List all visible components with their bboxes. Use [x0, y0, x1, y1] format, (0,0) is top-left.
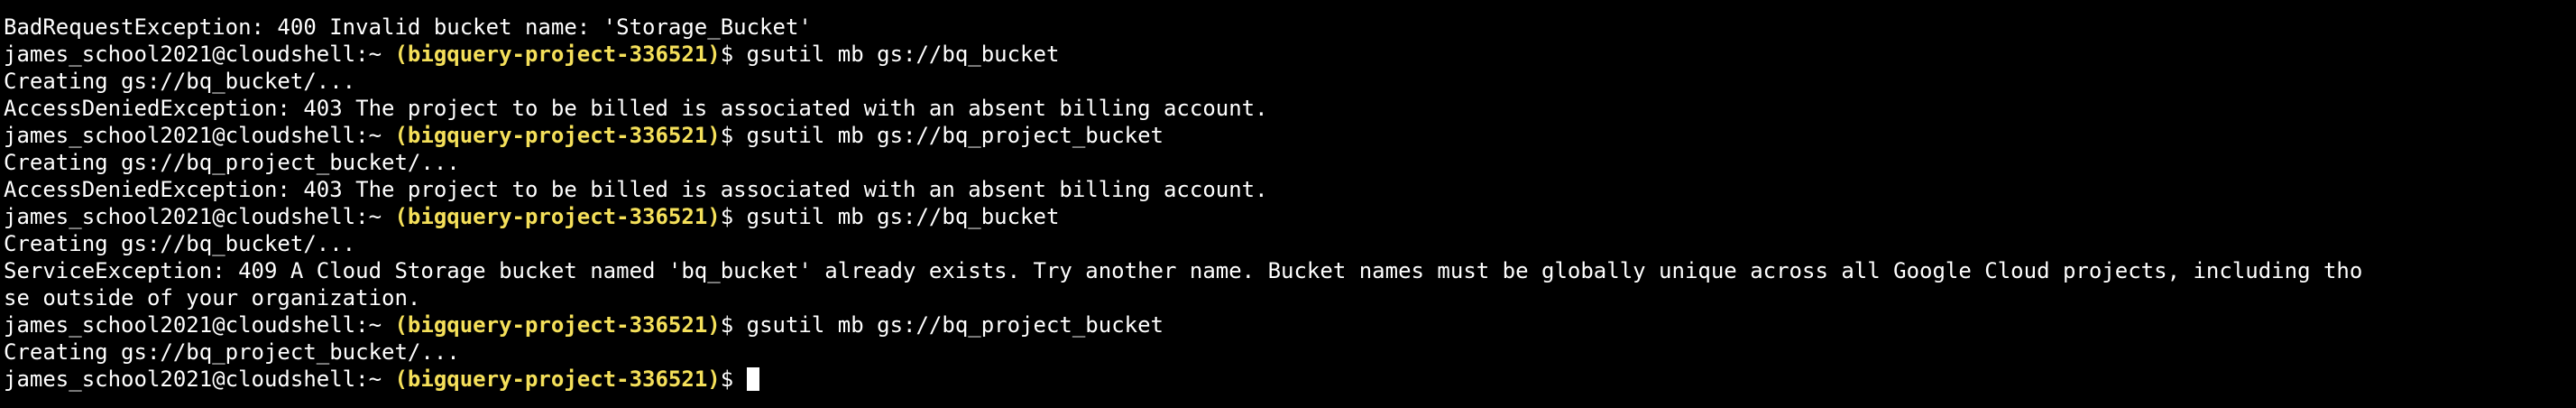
- terminal-prompt-line: james_school2021@cloudshell:~ (bigquery-…: [4, 203, 2576, 230]
- terminal-window[interactable]: BadRequestException: 400 Invalid bucket …: [0, 0, 2576, 408]
- prompt-user-host: james_school2021@cloudshell:~: [4, 42, 382, 67]
- prompt-command: gsutil mb gs://bq_bucket: [746, 204, 1060, 229]
- prompt-symbol: $: [720, 366, 734, 392]
- prompt-command: gsutil mb gs://bq_bucket: [746, 42, 1060, 67]
- terminal-output-line: Creating gs://bq_bucket/...: [4, 231, 356, 256]
- prompt-symbol: $: [720, 312, 734, 338]
- terminal-output-line: Creating gs://bq_project_bucket/...: [4, 150, 460, 175]
- prompt-user-host: james_school2021@cloudshell:~: [4, 204, 382, 229]
- terminal-output-line: BadRequestException: 400 Invalid bucket …: [4, 14, 812, 40]
- terminal-output-line: AccessDeniedException: 403 The project t…: [4, 177, 1268, 202]
- prompt-project-id: (bigquery-project-336521): [394, 366, 721, 392]
- prompt-symbol: $: [720, 42, 734, 67]
- prompt-user-host: james_school2021@cloudshell:~: [4, 366, 382, 392]
- terminal-output-line: Creating gs://bq_bucket/...: [4, 69, 356, 94]
- terminal-prompt-line: james_school2021@cloudshell:~ (bigquery-…: [4, 41, 2576, 68]
- terminal-output-line: ServiceException: 409 A Cloud Storage bu…: [4, 258, 2363, 283]
- prompt-command: gsutil mb gs://bq_project_bucket: [746, 123, 1164, 148]
- terminal-prompt-line: james_school2021@cloudshell:~ (bigquery-…: [4, 311, 2576, 338]
- prompt-user-host: james_school2021@cloudshell:~: [4, 123, 382, 148]
- prompt-project-id: (bigquery-project-336521): [394, 123, 721, 148]
- terminal-prompt-line: james_school2021@cloudshell:~ (bigquery-…: [4, 122, 2576, 149]
- prompt-symbol: $: [720, 123, 734, 148]
- terminal-prompt-line: james_school2021@cloudshell:~ (bigquery-…: [4, 366, 2576, 393]
- terminal-output-line: se outside of your organization.: [4, 285, 421, 311]
- prompt-symbol: $: [720, 204, 734, 229]
- terminal-output-line: Creating gs://bq_project_bucket/...: [4, 339, 460, 365]
- prompt-project-id: (bigquery-project-336521): [394, 42, 721, 67]
- prompt-user-host: james_school2021@cloudshell:~: [4, 312, 382, 338]
- prompt-command: gsutil mb gs://bq_project_bucket: [746, 312, 1164, 338]
- prompt-project-id: (bigquery-project-336521): [394, 204, 721, 229]
- terminal-output-line: AccessDeniedException: 403 The project t…: [4, 96, 1268, 121]
- prompt-project-id: (bigquery-project-336521): [394, 312, 721, 338]
- terminal-cursor[interactable]: [746, 367, 759, 391]
